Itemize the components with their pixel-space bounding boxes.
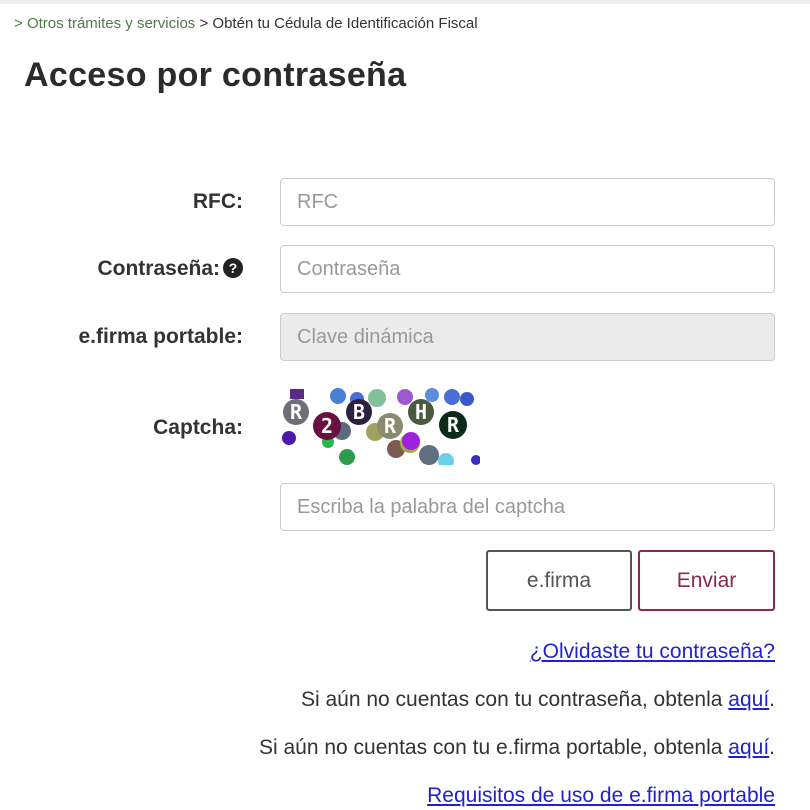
get-password-link[interactable]: aquí (728, 688, 769, 711)
breadcrumb: > Otros trámites y servicios > Obtén tu … (14, 15, 478, 32)
get-efirma-link[interactable]: aquí (728, 736, 769, 759)
svg-text:R: R (384, 414, 397, 438)
svg-text:B: B (353, 400, 365, 424)
no-efirma-line: Si aún no cuentas con tu e.firma portabl… (259, 736, 775, 760)
captcha-label: Captcha: (153, 416, 243, 439)
requirements-line: Requisitos de uso de e.firma portable (427, 784, 775, 808)
period: . (769, 736, 775, 759)
password-label-text: Contraseña: (97, 257, 220, 280)
page-title: Acceso por contraseña (24, 56, 407, 94)
top-border (0, 0, 810, 4)
rfc-label: RFC: (192, 190, 243, 213)
breadcrumb-separator: > (14, 15, 23, 32)
breadcrumb-link-otros-tramites[interactable]: Otros trámites y servicios (27, 15, 195, 32)
forgot-password-link[interactable]: ¿Olvidaste tu contraseña? (530, 640, 775, 663)
no-password-text: Si aún no cuentas con tu contraseña, obt… (300, 688, 729, 711)
submit-button[interactable]: Enviar (638, 550, 775, 611)
breadcrumb-current: Obtén tu Cédula de Identificación Fiscal (212, 15, 478, 32)
efirma-button[interactable]: e.firma (486, 550, 632, 611)
svg-text:H: H (415, 400, 427, 424)
captcha-image: R 2 B R H R (280, 387, 480, 465)
rfc-input[interactable] (280, 178, 775, 226)
breadcrumb-separator: > (199, 15, 209, 32)
period: . (769, 688, 775, 711)
dynamic-key-input (280, 313, 775, 361)
no-efirma-text: Si aún no cuentas con tu e.firma portabl… (258, 736, 729, 759)
captcha-input[interactable] (280, 483, 775, 531)
password-label: Contraseña:? (97, 257, 243, 281)
no-password-line: Si aún no cuentas con tu contraseña, obt… (301, 688, 775, 712)
forgot-password-line: ¿Olvidaste tu contraseña? (530, 640, 775, 664)
question-circle-icon[interactable]: ? (223, 258, 243, 278)
svg-text:2: 2 (321, 414, 333, 438)
svg-text:R: R (447, 413, 460, 437)
svg-text:R: R (290, 400, 303, 424)
efirma-portable-label: e.firma portable: (78, 325, 243, 348)
efirma-requirements-link[interactable]: Requisitos de uso de e.firma portable (427, 784, 775, 807)
password-input[interactable] (280, 245, 775, 293)
